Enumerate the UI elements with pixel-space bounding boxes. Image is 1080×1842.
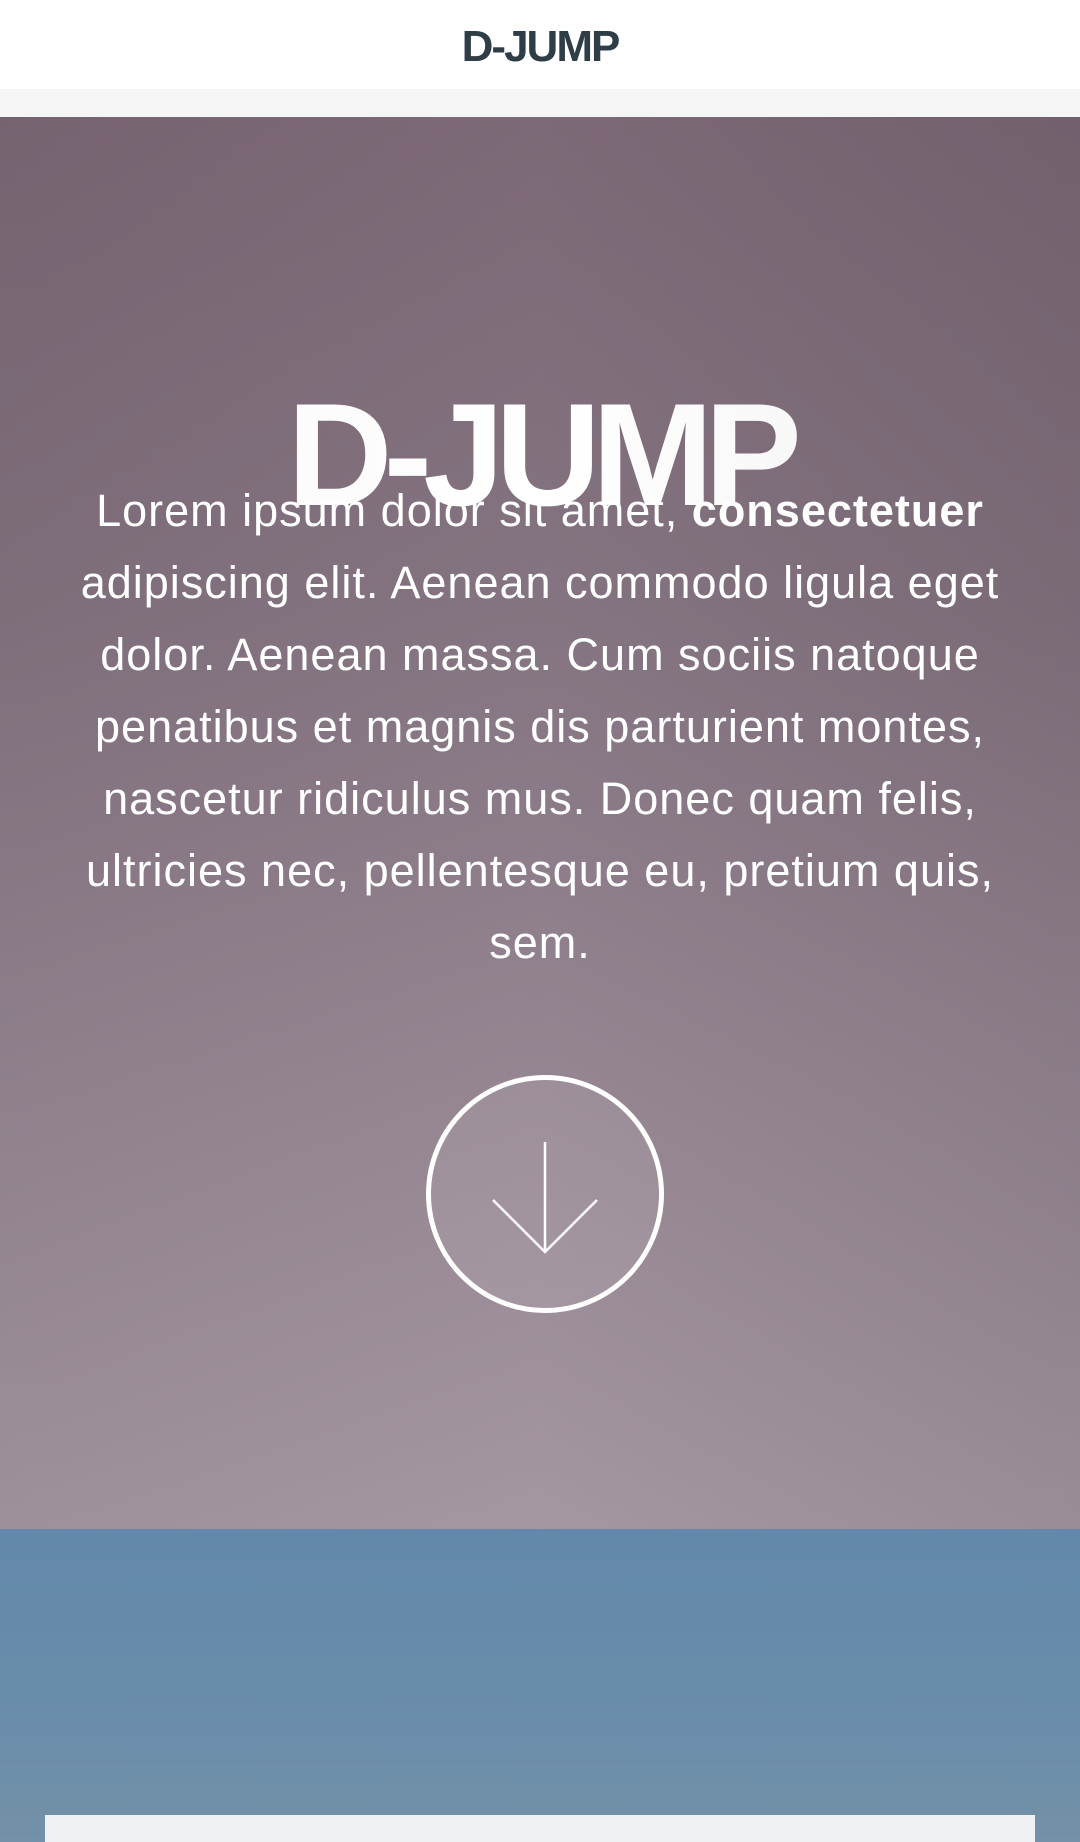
brand-logo-link[interactable]: D-JUMP xyxy=(462,22,621,72)
arrow-down-icon xyxy=(492,1142,598,1254)
hero-text-rest: adipiscing elit. Aenean commodo ligula e… xyxy=(80,557,1000,968)
hero-description: Lorem ipsum dolor sit amet, consectetuer… xyxy=(70,475,1010,979)
scroll-down-button[interactable] xyxy=(426,1075,664,1313)
hero-section: D-JUMP Lorem ipsum dolor sit amet, conse… xyxy=(0,117,1080,1529)
content-card xyxy=(45,1815,1035,1842)
header-divider xyxy=(0,89,1080,117)
hero-text-bold: consectetuer xyxy=(691,485,984,536)
next-section xyxy=(0,1529,1080,1842)
page: D-JUMP D-JUMP Lorem ipsum dolor sit amet… xyxy=(0,0,1080,1842)
hero-text-lead: Lorem ipsum dolor sit amet, xyxy=(96,485,692,536)
top-navbar: D-JUMP xyxy=(0,0,1080,89)
